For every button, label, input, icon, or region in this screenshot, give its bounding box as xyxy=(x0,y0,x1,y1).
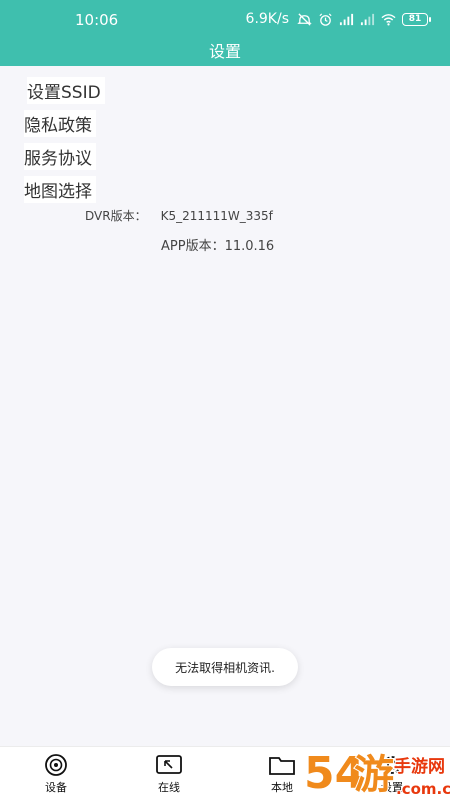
arrow-box-icon xyxy=(155,753,183,777)
svg-text:.com.cn: .com.cn xyxy=(396,780,450,798)
status-time: 10:06 xyxy=(75,11,119,29)
menu-item-privacy-policy[interactable]: 隐私政策 xyxy=(24,110,96,137)
app-version-value: 11.0.16 xyxy=(224,239,275,254)
status-icons: 6.9K/s 81 xyxy=(245,11,431,27)
app-version: APP版本：11.0.16 xyxy=(161,235,274,254)
net-speed: 6.9K/s xyxy=(245,11,289,27)
tab-online-label: 在线 xyxy=(158,781,180,794)
signal-icon xyxy=(339,12,354,27)
app-version-label: APP版本： xyxy=(161,239,225,254)
toast-message: 无法取得相机资讯. xyxy=(152,648,298,686)
tab-online[interactable]: 在线 xyxy=(139,753,199,799)
camera-lens-icon xyxy=(42,753,70,777)
signal-hd-icon xyxy=(360,12,375,27)
menu-item-service-agreement[interactable]: 服务协议 xyxy=(24,143,96,170)
tab-device[interactable]: 设备 xyxy=(26,753,86,799)
page-title: 设置 xyxy=(208,42,241,61)
wifi-icon xyxy=(381,12,396,27)
menu-item-set-ssid[interactable]: 设置SSID xyxy=(27,77,105,104)
settings-content: 设置SSID 隐私政策 服务协议 地图选择 DVR版本： K5_211111W_3… xyxy=(0,66,450,746)
status-bar: 10:06 6.9K/s 81 xyxy=(0,8,450,32)
dvr-version-label: DVR版本： xyxy=(85,209,147,223)
app-header: 10:06 6.9K/s 81 设置 xyxy=(0,0,450,66)
svg-text:游: 游 xyxy=(354,752,394,798)
mute-icon xyxy=(297,12,312,27)
dvr-version-value: K5_211111W_335f xyxy=(160,209,273,223)
tab-local-label: 本地 xyxy=(271,781,293,794)
folder-icon xyxy=(268,753,296,777)
battery-icon: 81 xyxy=(402,12,431,26)
tab-device-label: 设备 xyxy=(45,781,67,794)
menu-item-map-selection[interactable]: 地图选择 xyxy=(24,176,96,203)
site-watermark-logo: 54 游 手游网 .com.cn xyxy=(303,747,450,800)
alarm-icon xyxy=(318,12,333,27)
dvr-version: DVR版本： K5_211111W_335f xyxy=(85,207,273,224)
svg-text:手游网: 手游网 xyxy=(394,756,445,777)
